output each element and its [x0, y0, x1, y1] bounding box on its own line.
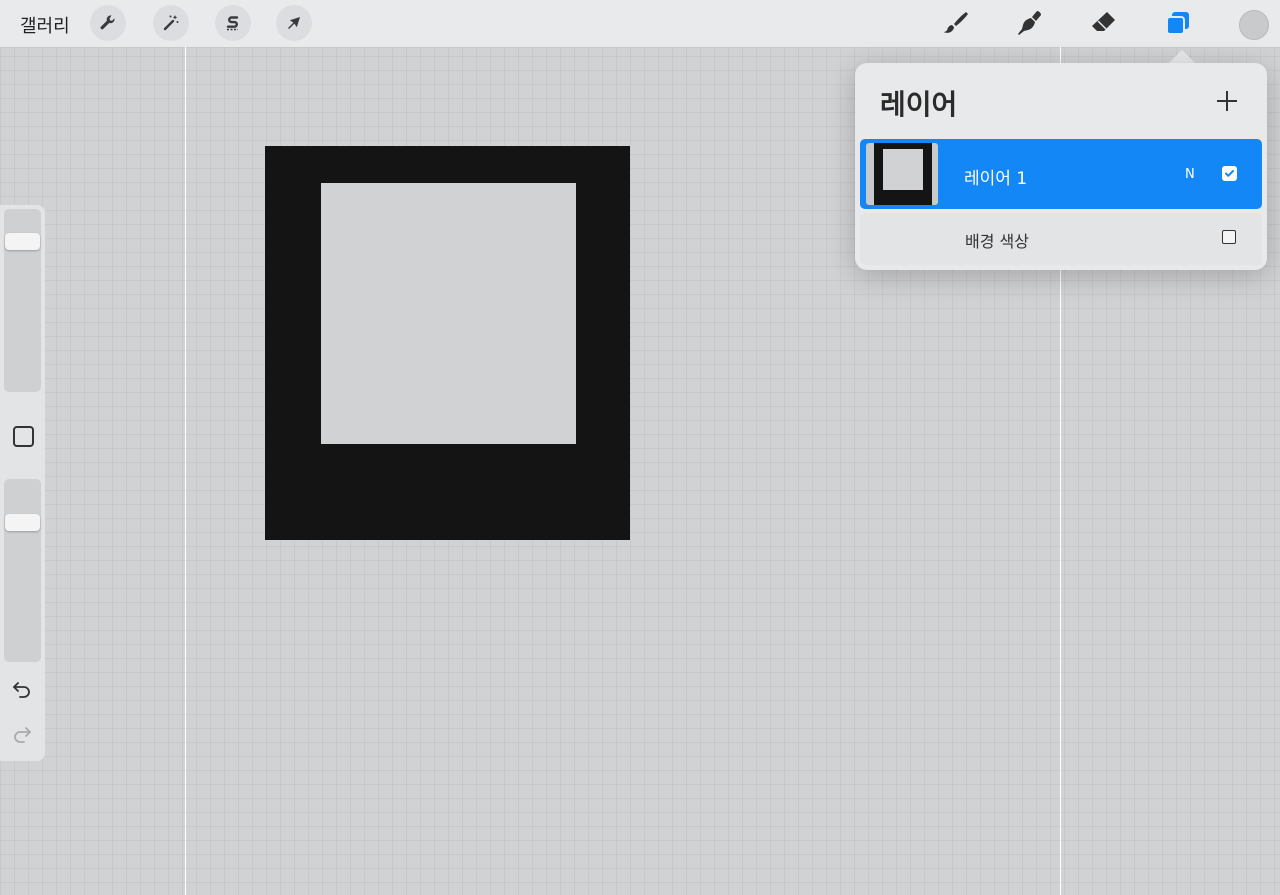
left-sidebar	[0, 205, 45, 761]
plus-icon[interactable]	[1213, 87, 1241, 115]
gallery-button[interactable]: 갤러리	[20, 12, 70, 38]
thumbnail-frame	[874, 143, 932, 205]
brush-size-slider-thumb[interactable]	[5, 233, 40, 250]
thumbnail-inner	[883, 149, 923, 190]
color-picker-button[interactable]	[1239, 10, 1269, 40]
background-visibility-checkbox[interactable]	[1222, 230, 1236, 244]
redo-icon[interactable]	[10, 722, 34, 746]
checkmark-icon	[1225, 170, 1234, 177]
smudge-icon[interactable]	[1012, 6, 1046, 40]
magic-wand-icon[interactable]	[153, 5, 189, 41]
undo-icon[interactable]	[10, 677, 34, 701]
background-color-label: 배경 색상	[965, 232, 1029, 251]
selection-s-icon[interactable]	[215, 5, 251, 41]
opacity-slider[interactable]	[4, 479, 41, 662]
canvas-black-frame-shape	[265, 146, 630, 540]
canvas-frame-inner-area	[321, 183, 576, 444]
background-color-row[interactable]: 배경 색상	[860, 213, 1262, 265]
modify-square-icon[interactable]	[13, 426, 34, 447]
wrench-icon[interactable]	[90, 5, 126, 41]
layers-icon[interactable]	[1161, 6, 1195, 40]
layer-name: 레이어 1	[964, 169, 1028, 189]
layer-row-1[interactable]: 레이어 1 N	[860, 139, 1262, 209]
layers-panel: 레이어 레이어 1 N 배경 색상	[855, 63, 1267, 270]
blend-mode-button[interactable]: N	[1185, 167, 1195, 182]
guide-line-left	[185, 47, 186, 895]
opacity-slider-thumb[interactable]	[5, 514, 40, 531]
eraser-icon[interactable]	[1086, 6, 1120, 40]
layer-thumbnail	[866, 143, 938, 205]
layer-visibility-checkbox[interactable]	[1222, 166, 1237, 181]
layers-panel-title: 레이어	[880, 88, 958, 121]
top-toolbar: 갤러리	[0, 0, 1280, 48]
brush-icon[interactable]	[938, 6, 972, 40]
brush-size-slider[interactable]	[4, 209, 41, 392]
transform-arrow-icon[interactable]	[276, 5, 312, 41]
